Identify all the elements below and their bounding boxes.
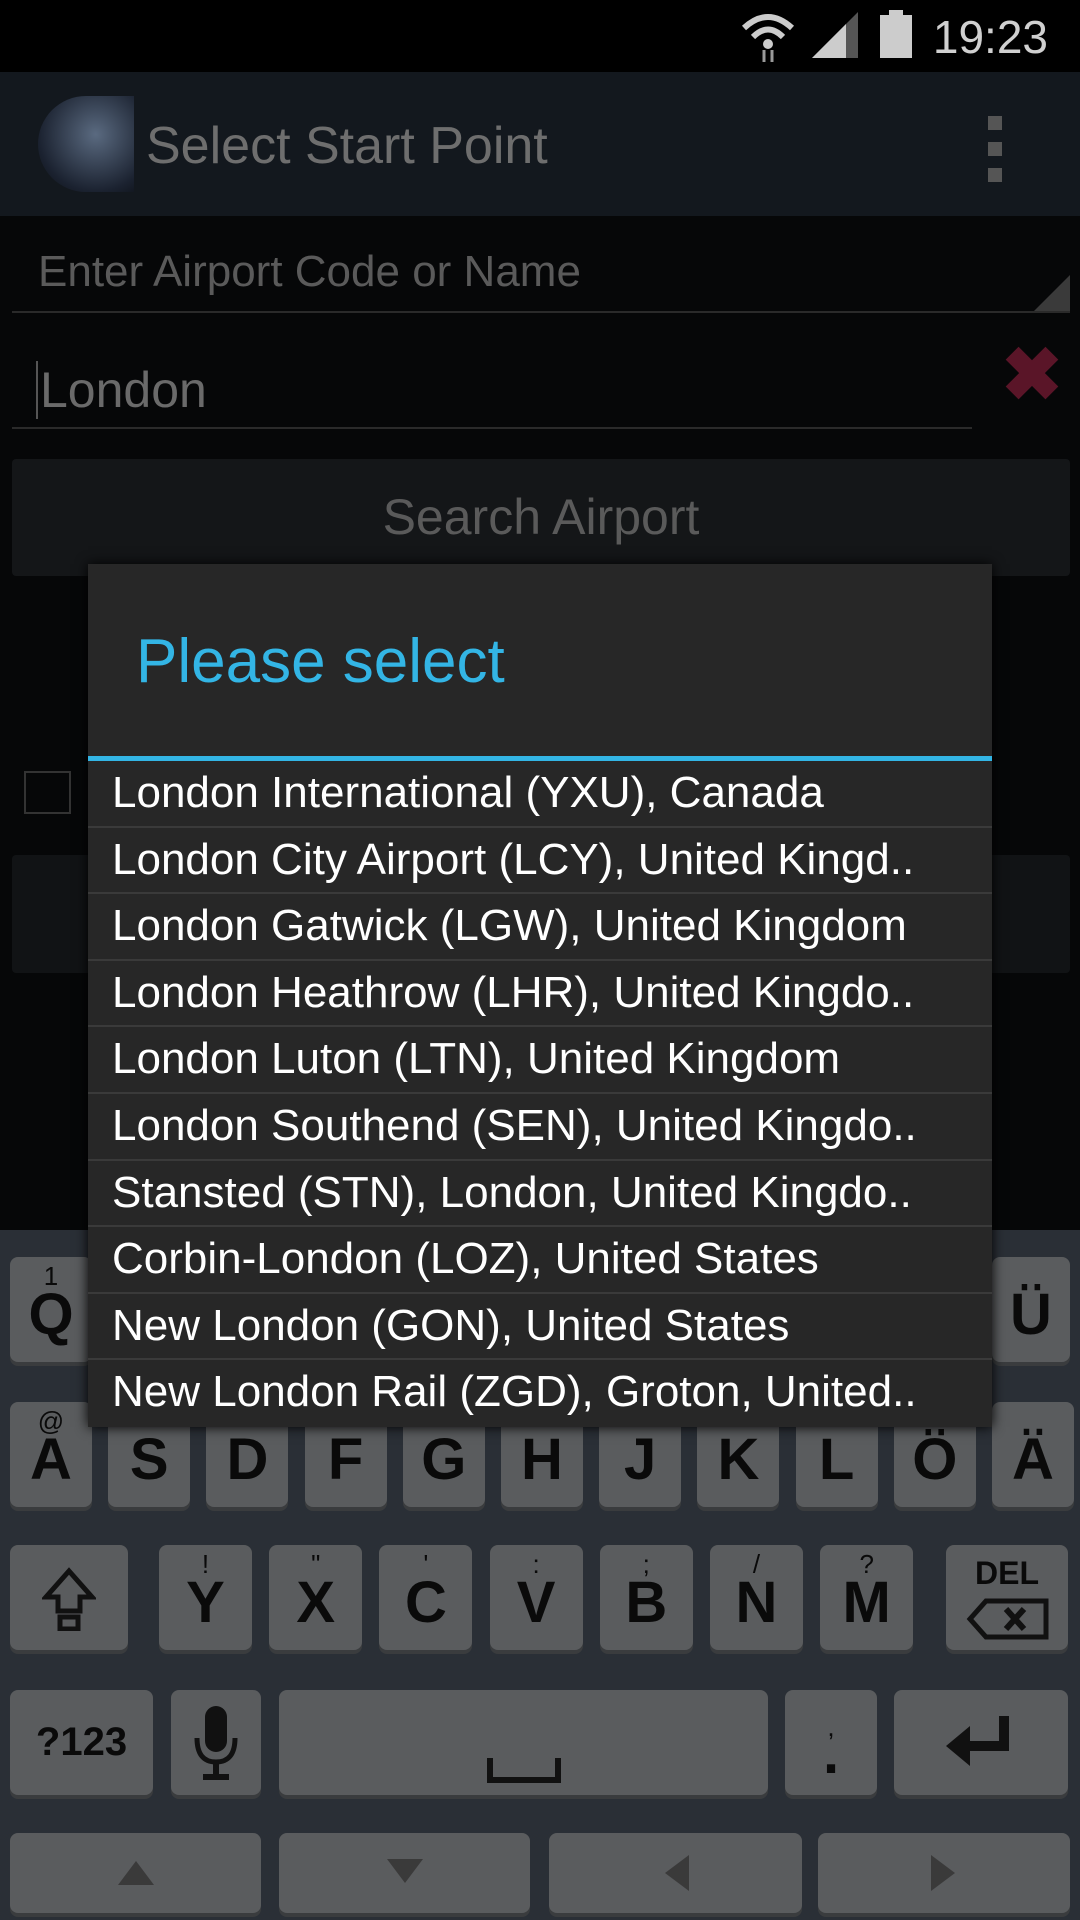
key-label: F <box>327 1427 364 1492</box>
enter-icon <box>946 1716 1009 1766</box>
key-label: L <box>818 1427 855 1492</box>
key-label: Y <box>186 1570 225 1635</box>
key-label: K <box>717 1427 760 1492</box>
search-input[interactable]: London <box>12 343 972 429</box>
list-item[interactable]: New London (GON), United States <box>88 1294 992 1361</box>
key-label: D <box>226 1427 269 1492</box>
key-a[interactable]: @ A <box>10 1402 92 1507</box>
space-key[interactable] <box>279 1690 768 1795</box>
clear-icon[interactable]: ✖ <box>1000 338 1064 412</box>
punctuation-key[interactable]: ,. <box>785 1690 877 1795</box>
key-label: Ö <box>912 1427 958 1492</box>
symbols-key[interactable]: ?123 <box>10 1690 153 1795</box>
microphone-icon <box>194 1706 238 1780</box>
dropdown-corner-icon <box>1034 275 1070 311</box>
microphone-key[interactable] <box>171 1690 261 1795</box>
key-label: J <box>624 1427 657 1492</box>
key-label: Ä <box>1012 1427 1054 1492</box>
space-icon <box>487 1758 561 1783</box>
arrow-down-key[interactable] <box>279 1833 530 1913</box>
arrow-down-icon <box>386 1859 423 1883</box>
list-item[interactable]: London Heathrow (LHR), United Kingdo.. <box>88 961 992 1028</box>
key-label: X <box>296 1570 336 1635</box>
key-label: A <box>30 1427 72 1492</box>
page-title: Select Start Point <box>146 117 548 175</box>
clock: 19:23 <box>932 11 1048 63</box>
delete-key[interactable]: DEL <box>946 1545 1068 1650</box>
search-input-value: London <box>36 361 207 419</box>
list-item[interactable]: London Gatwick (LGW), United Kingdom <box>88 894 992 961</box>
arrow-right-icon <box>931 1855 955 1891</box>
enter-key[interactable] <box>894 1690 1068 1795</box>
key-label: N <box>735 1570 778 1635</box>
key-q[interactable]: 1Q <box>10 1257 92 1362</box>
key-c[interactable]: ' C <box>379 1545 473 1650</box>
key-ue[interactable]: Ü <box>992 1257 1070 1362</box>
backspace-icon <box>966 1598 1049 1640</box>
status-bar: 19:23 <box>0 0 1080 72</box>
key-b[interactable]: ; B <box>599 1545 693 1650</box>
signal-icon <box>812 12 858 58</box>
key-x[interactable]: " X <box>269 1545 363 1650</box>
key-v[interactable]: :V <box>489 1545 583 1650</box>
arrow-up-key[interactable] <box>10 1833 261 1913</box>
airport-list[interactable]: London International (YXU), Canada London… <box>88 761 992 1427</box>
search-airport-button[interactable]: Search Airport <box>12 459 1070 576</box>
key-label: M <box>842 1570 891 1635</box>
key-label: G <box>421 1427 467 1492</box>
airport-code-placeholder: Enter Airport Code or Name <box>38 247 581 296</box>
key-label: H <box>521 1427 563 1492</box>
shift-icon <box>40 1567 98 1632</box>
key-n[interactable]: / N <box>710 1545 803 1650</box>
arrow-right-key[interactable] <box>818 1833 1070 1913</box>
key-y[interactable]: ! Y <box>159 1545 252 1650</box>
key-ä[interactable]: Ä <box>992 1402 1074 1507</box>
list-item[interactable]: New London Rail (ZGD), Groton, United.. <box>88 1360 992 1427</box>
dialog-title: Please select <box>136 627 505 696</box>
key-m[interactable]: ? M <box>820 1545 914 1650</box>
key-label: C <box>404 1570 447 1635</box>
list-item[interactable]: London Southend (SEN), United Kingdo.. <box>88 1094 992 1161</box>
arrow-left-key[interactable] <box>549 1833 802 1913</box>
app-globe-icon[interactable] <box>38 96 134 192</box>
key-label: B <box>625 1570 668 1635</box>
battery-icon <box>880 10 912 58</box>
select-airport-dialog: Please select London International (YXU)… <box>88 564 992 1427</box>
shift-key[interactable] <box>10 1545 128 1650</box>
arrow-up-icon <box>117 1861 154 1885</box>
more-vertical-icon[interactable] <box>988 116 1004 194</box>
list-item[interactable]: London International (YXU), Canada <box>88 761 992 828</box>
list-item[interactable]: London City Airport (LCY), United Kingd.… <box>88 828 992 895</box>
key-label: V <box>516 1570 556 1635</box>
list-item[interactable]: Stansted (STN), London, United Kingdo.. <box>88 1161 992 1228</box>
key-label: S <box>129 1427 169 1492</box>
arrow-left-icon <box>664 1855 689 1891</box>
list-item[interactable]: Corbin-London (LOZ), United States <box>88 1227 992 1294</box>
list-item[interactable]: London Luton (LTN), United Kingdom <box>88 1027 992 1094</box>
wifi-icon <box>741 14 795 62</box>
airport-code-dropdown[interactable]: Enter Airport Code or Name <box>12 233 1070 313</box>
checkbox[interactable] <box>24 771 71 814</box>
